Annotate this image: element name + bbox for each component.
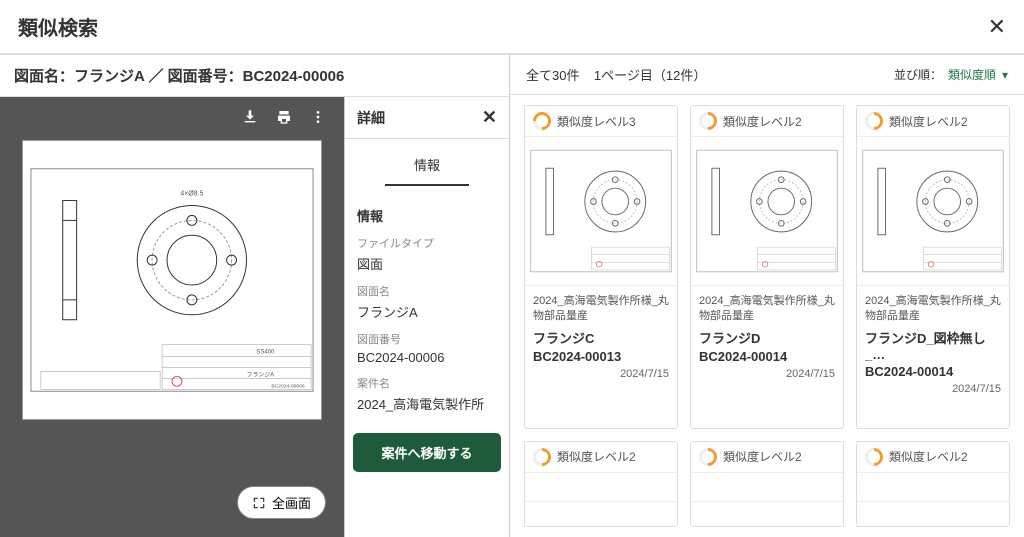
tab-info[interactable]: 情報 xyxy=(385,145,469,186)
card-project: 2024_高海電気製作所様_丸物部品量産 xyxy=(533,294,669,324)
card-name: フランジD xyxy=(699,328,835,347)
level-ring-icon xyxy=(529,444,554,469)
fullscreen-icon xyxy=(252,496,266,510)
card-number: BC2024-00014 xyxy=(699,349,835,364)
detail-field-label: 図面名 xyxy=(357,283,497,299)
level-ring-icon xyxy=(695,108,720,133)
detail-title: 詳細 xyxy=(357,108,385,128)
close-icon[interactable]: ✕ xyxy=(988,14,1006,40)
detail-field-value: 2024_高海電気製作所 xyxy=(357,394,497,413)
similarity-badge: 類似度レベル2 xyxy=(857,442,1009,472)
sort-value: 類似度順 xyxy=(948,66,996,83)
detail-field-value: BC2024-00006 xyxy=(357,350,497,365)
level-text: 類似度レベル2 xyxy=(723,113,802,130)
card-number: BC2024-00013 xyxy=(533,349,669,364)
svg-text:4×Ø8.5: 4×Ø8.5 xyxy=(180,191,203,198)
card-thumbnail xyxy=(691,136,843,286)
detail-close-icon[interactable]: ✕ xyxy=(482,107,497,128)
similarity-badge: 類似度レベル2 xyxy=(525,442,677,472)
detail-field-value: フランジA xyxy=(357,302,497,321)
sort-dropdown[interactable]: 並び順： 類似度順 ▾ xyxy=(894,66,1008,83)
result-card[interactable]: 類似度レベル3 2024_高海電気製作所様_丸物部品量産フランジC BC2024-0… xyxy=(524,105,678,429)
card-name: フランジD_図枠無し_… xyxy=(865,328,1001,362)
result-card[interactable]: 類似度レベル2 2024_高海電気製作所様_丸物部品量産フランジD BC2024-0… xyxy=(690,105,844,429)
card-project: 2024_高海電気製作所様_丸物部品量産 xyxy=(865,294,1001,324)
similarity-badge: 類似度レベル2 xyxy=(857,106,1009,136)
modal-title: 類似検索 xyxy=(18,12,98,41)
more-icon[interactable] xyxy=(310,109,326,130)
move-to-project-button[interactable]: 案件へ移動する xyxy=(353,433,501,472)
card-thumbnail xyxy=(525,472,677,502)
card-name: フランジC xyxy=(533,328,669,347)
result-card[interactable]: 類似度レベル2 xyxy=(690,441,844,528)
level-text: 類似度レベル2 xyxy=(723,448,802,465)
fullscreen-label: 全画面 xyxy=(272,493,311,512)
card-thumbnail xyxy=(525,136,677,286)
card-date: 2024/7/15 xyxy=(699,368,835,380)
level-ring-icon xyxy=(861,444,886,469)
level-text: 類似度レベル2 xyxy=(557,448,636,465)
detail-field-label: 案件名 xyxy=(357,375,497,391)
level-ring-icon xyxy=(861,108,886,133)
detail-field-value: 図面 xyxy=(357,254,497,273)
card-thumbnail xyxy=(857,472,1009,502)
similarity-badge: 類似度レベル2 xyxy=(691,442,843,472)
detail-section: 情報 xyxy=(357,206,497,225)
chevron-down-icon: ▾ xyxy=(1002,68,1008,82)
fullscreen-button[interactable]: 全画面 xyxy=(237,486,326,519)
result-card[interactable]: 類似度レベル2 xyxy=(856,441,1010,528)
card-date: 2024/7/15 xyxy=(533,368,669,380)
download-icon[interactable] xyxy=(242,109,258,130)
svg-text:SS400: SS400 xyxy=(256,350,275,356)
drawing-header: 図面名：フランジA ／ 図面番号：BC2024-00006 xyxy=(0,55,509,97)
sort-label: 並び順： xyxy=(894,66,942,83)
level-ring-icon xyxy=(529,108,554,133)
card-thumbnail xyxy=(857,136,1009,286)
svg-text:フランジA: フランジA xyxy=(246,371,274,378)
card-date: 2024/7/15 xyxy=(865,383,1001,395)
result-total: 全て30件 xyxy=(526,68,579,83)
level-text: 類似度レベル2 xyxy=(889,113,968,130)
similarity-badge: 類似度レベル2 xyxy=(691,106,843,136)
level-text: 類似度レベル2 xyxy=(889,448,968,465)
card-thumbnail xyxy=(691,472,843,502)
print-icon[interactable] xyxy=(276,109,292,130)
detail-field-label: 図面番号 xyxy=(357,331,497,347)
svg-text:BC2024-00006: BC2024-00006 xyxy=(271,383,305,389)
card-number: BC2024-00014 xyxy=(865,364,1001,379)
level-ring-icon xyxy=(695,444,720,469)
result-card[interactable]: 類似度レベル2 2024_高海電気製作所様_丸物部品量産フランジD_図枠無し_… B… xyxy=(856,105,1010,429)
result-page: 1ページ目（12件） xyxy=(594,68,706,83)
card-project: 2024_高海電気製作所様_丸物部品量産 xyxy=(699,294,835,324)
similarity-badge: 類似度レベル3 xyxy=(525,106,677,136)
result-card[interactable]: 類似度レベル2 xyxy=(524,441,678,528)
level-text: 類似度レベル3 xyxy=(557,113,636,130)
detail-field-label: ファイルタイプ xyxy=(357,235,497,251)
drawing-preview[interactable]: 4×Ø8.5 SS400 フランジA BC2024-00006 xyxy=(22,140,322,420)
